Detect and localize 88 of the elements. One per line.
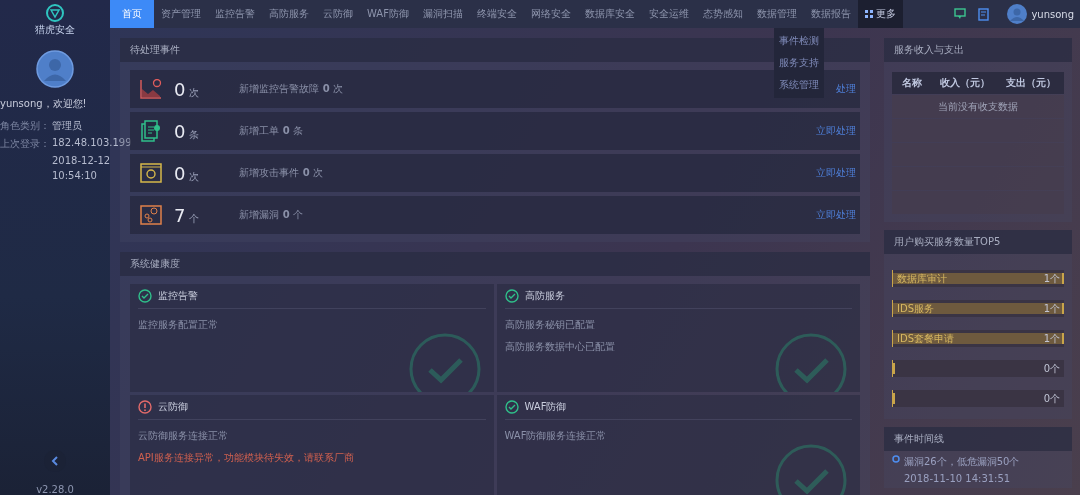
status-message: API服务连接异常，功能模块待失效，请联系厂商 <box>138 451 355 465</box>
event-count: 0 <box>174 120 186 142</box>
card-title: WAF防御 <box>524 400 567 414</box>
large-check-icon <box>774 332 848 392</box>
nav-tab[interactable]: 态势感知 <box>695 0 750 28</box>
empty-message: 当前没有收支数据 <box>938 99 1018 114</box>
avatar-icon[interactable] <box>1007 4 1028 24</box>
timeline-dot-icon <box>892 455 900 463</box>
chat-icon[interactable] <box>954 8 967 20</box>
grid-icon <box>864 10 873 18</box>
service-name: IDS套餐申请 <box>897 331 954 346</box>
service-name: IDS服务 <box>897 301 934 316</box>
nav-tab[interactable]: 网络安全 <box>523 0 578 28</box>
nav-tab[interactable]: 数据库安全 <box>577 0 642 28</box>
documents-icon <box>140 120 162 142</box>
bubbles-window-icon <box>140 205 162 225</box>
nav-tab[interactable]: 首页 <box>110 0 154 28</box>
document-icon[interactable] <box>978 7 990 21</box>
event-description: 新增攻击事件 0 次 <box>239 166 323 180</box>
service-count: 1个 <box>1043 301 1060 316</box>
version-text: v2.28.0 <box>36 484 74 495</box>
menu-item[interactable]: 服务支持 <box>773 52 824 74</box>
panel-title: 用户购买服务数量TOP5 <box>894 235 1001 249</box>
service-name: 数据库审计 <box>897 271 947 286</box>
large-check-icon <box>407 332 482 392</box>
event-count: 0 <box>174 78 186 100</box>
column-header: 名称 <box>901 76 923 90</box>
panel-title: 系统健康度 <box>130 257 180 271</box>
card-title: 监控告警 <box>158 289 198 303</box>
nav-tab[interactable]: 资产管理 <box>154 0 208 28</box>
service-count: 1个 <box>1043 331 1060 346</box>
event-count: 0 <box>174 162 186 184</box>
count-unit: 个 <box>189 212 200 226</box>
large-check-icon <box>774 443 848 495</box>
avatar-icon <box>36 50 74 88</box>
column-header: 支出（元） <box>1005 76 1057 90</box>
menu-item[interactable]: 系统管理 <box>773 74 824 96</box>
panel-title: 待处理事件 <box>130 43 180 57</box>
timeline-time: 2018-11-10 14:31:51 <box>904 473 1012 484</box>
status-message: 高防服务数据中心已配置 <box>504 340 616 354</box>
process-link[interactable]: 处理 <box>836 82 856 96</box>
nav-tab[interactable]: 高防服务 <box>262 0 316 28</box>
nav-tab[interactable]: 云防御 <box>316 0 360 28</box>
event-description: 新增监控告警故障 0 次 <box>239 82 343 96</box>
column-header: 收入（元） <box>939 76 991 90</box>
process-link[interactable]: 立即处理 <box>816 166 856 180</box>
status-message: 高防服务秘钥已配置 <box>504 318 596 332</box>
panel-title: 事件时间线 <box>894 432 944 446</box>
menu-item[interactable]: 事件检测 <box>773 30 824 52</box>
status-message: 监控服务配置正常 <box>138 318 219 332</box>
chart-alert-icon <box>140 79 162 99</box>
greeting-text: yunsong，欢迎您! <box>0 97 87 111</box>
count-unit: 次 <box>189 86 200 100</box>
card-title: 高防服务 <box>524 289 565 303</box>
chevron-left-icon <box>51 456 59 466</box>
shield-logo-icon <box>46 4 64 22</box>
service-count: 1个 <box>1043 271 1060 286</box>
info-value: 2018-12-12 <box>52 155 111 166</box>
event-description: 新增漏洞 0 个 <box>239 208 303 222</box>
info-value: 10:54:10 <box>52 170 97 181</box>
info-label: 上次登录： <box>0 137 51 151</box>
info-value: 管理员 <box>52 119 82 133</box>
event-count: 7 <box>174 204 186 226</box>
info-label: 角色类别： <box>0 119 51 133</box>
nav-tab[interactable]: 漏洞扫描 <box>415 0 470 28</box>
status-message: WAF防御服务连接正常 <box>504 429 608 443</box>
status-message: 云防御服务连接正常 <box>138 429 229 443</box>
count-unit: 次 <box>189 170 200 184</box>
nav-tab[interactable]: 安全运维 <box>641 0 696 28</box>
service-count: 0个 <box>1043 391 1060 406</box>
event-description: 新增工单 0 条 <box>239 124 303 138</box>
nav-tab[interactable]: 数据管理 <box>749 0 804 28</box>
process-link[interactable]: 立即处理 <box>816 208 856 222</box>
logo-text: 猎虎安全 <box>35 23 75 37</box>
process-link[interactable]: 立即处理 <box>816 124 856 138</box>
timeline-text: 漏洞26个，低危漏洞50个 <box>904 455 1020 469</box>
card-title: 云防御 <box>158 400 188 414</box>
nav-tab[interactable]: 终端安全 <box>469 0 524 28</box>
count-unit: 条 <box>189 128 200 142</box>
info-value: 182.48.103.199 <box>52 137 132 150</box>
nav-tab[interactable]: WAF防御 <box>360 0 416 28</box>
more-menu-button[interactable]: 更多 <box>857 0 903 28</box>
nav-tab[interactable]: 监控告警 <box>208 0 262 28</box>
service-count: 0个 <box>1043 361 1060 376</box>
nav-tab[interactable]: 数据报告 <box>803 0 858 28</box>
username-text[interactable]: yunsong <box>1031 8 1074 20</box>
window-target-icon <box>140 163 162 183</box>
panel-title: 服务收入与支出 <box>894 43 964 57</box>
